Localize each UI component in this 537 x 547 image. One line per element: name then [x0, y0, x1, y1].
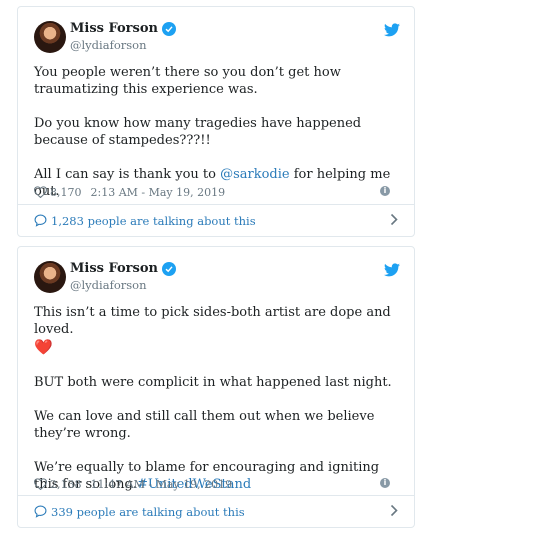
- tweet-footer[interactable]: 1,283 people are talking about this: [18, 204, 414, 236]
- heart-outline-icon[interactable]: [34, 186, 47, 198]
- author-handle[interactable]: @lydiaforson: [70, 278, 146, 292]
- author-name[interactable]: Miss Forson: [70, 261, 158, 276]
- speech-bubble-icon: [34, 214, 47, 227]
- twitter-bird-icon[interactable]: [384, 263, 400, 277]
- heart-outline-icon[interactable]: [34, 478, 47, 490]
- twitter-bird-icon[interactable]: [384, 23, 400, 37]
- timestamp-link[interactable]: 2:13 AM - May 19, 2019: [91, 186, 226, 199]
- chevron-right-icon[interactable]: [390, 213, 398, 226]
- tweet-header: Miss Forson @lydiaforson: [34, 21, 400, 55]
- tweet-footer[interactable]: 339 people are talking about this: [18, 495, 414, 527]
- tweet-meta: 8,170 2:13 AM - May 19, 2019 i: [34, 184, 400, 200]
- tweet-card-1[interactable]: Miss Forson @lydiaforson You people were…: [17, 6, 415, 237]
- verified-badge-icon: [161, 261, 176, 276]
- timestamp-link[interactable]: 11:47 AM - May 19, 2019: [91, 478, 233, 491]
- tweet-paragraph: BUT both were complicit in what happened…: [34, 375, 392, 390]
- avatar[interactable]: [34, 21, 66, 53]
- info-icon[interactable]: i: [380, 186, 390, 196]
- red-heart-emoji: ❤️: [34, 338, 53, 356]
- conversation-link[interactable]: 1,283 people are talking about this: [51, 214, 256, 228]
- tweet-paragraph: Do you know how many tragedies have happ…: [34, 116, 362, 148]
- tweet-text: This isn’t a time to pick sides-both art…: [34, 304, 400, 493]
- mention-link[interactable]: @sarkodie: [220, 167, 290, 182]
- tweet-text: You people weren’t there so you don’t ge…: [34, 64, 400, 200]
- tweet-meta: 2,138 11:47 AM - May 19, 2019 i: [34, 476, 400, 492]
- tweet-paragraph: You people weren’t there so you don’t ge…: [34, 65, 341, 97]
- avatar[interactable]: [34, 261, 66, 293]
- tweet-card-2[interactable]: Miss Forson @lydiaforson This isn’t a ti…: [17, 246, 415, 528]
- author-handle[interactable]: @lydiaforson: [70, 38, 146, 52]
- author-row[interactable]: Miss Forson: [70, 261, 176, 276]
- author-name[interactable]: Miss Forson: [70, 21, 158, 36]
- conversation-link[interactable]: 339 people are talking about this: [51, 505, 245, 519]
- like-count[interactable]: 2,138: [50, 478, 82, 491]
- like-count[interactable]: 8,170: [50, 186, 82, 199]
- info-icon[interactable]: i: [380, 478, 390, 488]
- tweet-text-segment: All I can say is thank you to: [34, 167, 221, 182]
- tweet-text-segment: This isn’t a time to pick sides-both art…: [34, 305, 391, 337]
- tweet-header: Miss Forson @lydiaforson: [34, 261, 400, 295]
- speech-bubble-icon: [34, 505, 47, 518]
- tweet-paragraph: This isn’t a time to pick sides-both art…: [34, 304, 400, 357]
- chevron-right-icon[interactable]: [390, 504, 398, 517]
- verified-badge-icon: [161, 21, 176, 36]
- tweet-paragraph: We can love and still call them out when…: [34, 409, 375, 441]
- author-row[interactable]: Miss Forson: [70, 21, 176, 36]
